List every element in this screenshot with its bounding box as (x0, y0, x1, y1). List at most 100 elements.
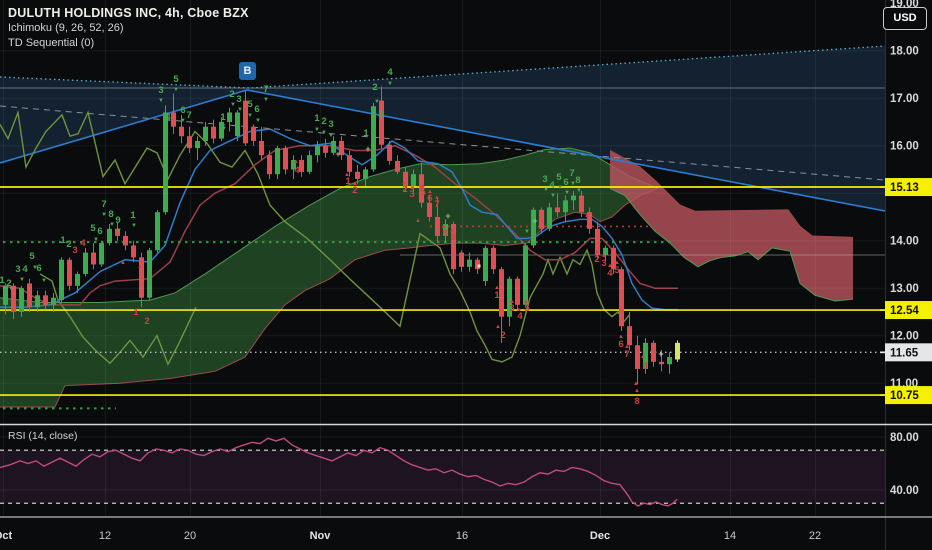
svg-text:▲: ▲ (607, 263, 613, 269)
svg-text:2: 2 (144, 316, 149, 327)
svg-text:▼: ▼ (93, 237, 99, 243)
chart-canvas[interactable]: 1234561256789134567123567123123434567834… (0, 0, 932, 550)
svg-text:4: 4 (549, 180, 555, 191)
svg-text:4: 4 (80, 238, 86, 249)
svg-text:5: 5 (29, 251, 35, 262)
svg-text:▼: ▼ (237, 107, 243, 113)
svg-text:▼: ▼ (221, 126, 227, 132)
svg-text:2: 2 (372, 82, 377, 93)
svg-text:2: 2 (594, 254, 599, 265)
svg-text:▲: ▲ (415, 218, 421, 224)
svg-text:▼: ▼ (314, 127, 320, 133)
svg-text:1: 1 (363, 128, 369, 139)
svg-text:+: + (532, 216, 537, 226)
svg-text:5: 5 (90, 223, 96, 234)
svg-text:▲: ▲ (352, 181, 358, 187)
svg-text:+: + (335, 149, 340, 159)
svg-text:8: 8 (108, 209, 113, 220)
svg-text:▼: ▼ (550, 193, 556, 199)
svg-text:8: 8 (575, 175, 580, 186)
svg-text:▼: ▼ (255, 118, 261, 124)
svg-text:1: 1 (0, 275, 5, 286)
svg-text:7: 7 (263, 84, 268, 95)
svg-text:▼: ▼ (8, 286, 14, 292)
svg-text:8: 8 (634, 396, 639, 407)
svg-text:▲: ▲ (401, 180, 407, 186)
svg-text:3: 3 (72, 245, 77, 256)
svg-text:6: 6 (180, 105, 185, 116)
svg-text:▲: ▲ (495, 324, 501, 330)
svg-text:4: 4 (607, 268, 613, 279)
svg-text:9: 9 (642, 361, 647, 372)
svg-text:▼: ▼ (570, 181, 576, 187)
svg-text:7: 7 (624, 349, 629, 360)
svg-text:▲: ▲ (137, 264, 143, 270)
svg-text:▼: ▼ (374, 99, 380, 105)
svg-text:▼: ▼ (247, 113, 253, 119)
svg-text:7: 7 (569, 168, 574, 179)
svg-text:▲: ▲ (344, 172, 350, 178)
svg-text:6: 6 (254, 104, 259, 115)
svg-text:▲: ▲ (523, 299, 529, 305)
svg-text:5: 5 (173, 74, 179, 85)
svg-text:4: 4 (22, 264, 28, 275)
svg-text:6: 6 (563, 177, 568, 188)
svg-text:▲: ▲ (427, 189, 433, 195)
svg-text:▲: ▲ (441, 224, 447, 230)
svg-text:3: 3 (542, 174, 547, 185)
svg-text:1: 1 (494, 290, 500, 301)
svg-text:1: 1 (220, 112, 226, 123)
price-axis[interactable] (885, 0, 932, 518)
svg-text:▲: ▲ (614, 260, 620, 266)
svg-text:▼: ▼ (557, 185, 563, 191)
svg-text:▼: ▼ (41, 278, 47, 284)
svg-text:▲: ▲ (594, 249, 600, 255)
svg-text:▲: ▲ (634, 388, 640, 394)
svg-text:2: 2 (321, 116, 326, 127)
svg-text:▲: ▲ (516, 307, 522, 313)
svg-text:3: 3 (236, 94, 241, 105)
svg-text:9: 9 (115, 215, 120, 226)
svg-text:3: 3 (15, 264, 20, 275)
svg-text:▲: ▲ (434, 195, 440, 201)
svg-text:5: 5 (247, 99, 253, 110)
tradingview-chart-window: 1234561256789134567123567123123434567834… (0, 0, 932, 550)
svg-text:▼: ▼ (32, 265, 38, 271)
svg-text:5: 5 (556, 172, 562, 183)
rsi-indicator-label[interactable]: RSI (14, close) (8, 430, 77, 442)
svg-text:▼: ▼ (116, 228, 122, 234)
svg-text:▲: ▲ (584, 213, 590, 219)
svg-text:6: 6 (618, 339, 623, 350)
svg-text:4: 4 (165, 112, 171, 123)
svg-text:▼: ▼ (173, 87, 179, 93)
svg-text:▼: ▼ (387, 81, 393, 87)
pattern-b-badge[interactable]: B (239, 62, 256, 80)
svg-text:▲: ▲ (618, 334, 624, 340)
svg-text:▼: ▼ (158, 98, 164, 104)
svg-text:▲: ▲ (420, 183, 426, 189)
svg-text:+: + (445, 211, 450, 221)
svg-text:3: 3 (328, 119, 333, 130)
svg-text:▲: ▲ (624, 344, 630, 350)
svg-text:▲: ▲ (120, 260, 126, 266)
svg-text:3: 3 (601, 258, 606, 269)
svg-text:▼: ▼ (543, 187, 549, 193)
svg-text:4: 4 (387, 67, 393, 78)
svg-text:▲: ▲ (640, 354, 646, 360)
svg-text:5: 5 (614, 265, 620, 276)
svg-text:▲: ▲ (601, 253, 607, 259)
time-axis[interactable] (0, 518, 932, 550)
svg-text:▼: ▼ (101, 212, 107, 218)
svg-text:▲: ▲ (509, 299, 515, 305)
svg-text:3: 3 (378, 109, 383, 120)
svg-text:1: 1 (314, 113, 320, 124)
svg-text:▼: ▼ (109, 222, 115, 228)
svg-text:▼: ▼ (328, 133, 334, 139)
svg-text:▼: ▼ (230, 102, 236, 108)
svg-text:▼: ▼ (131, 223, 137, 229)
svg-text:1: 1 (133, 307, 139, 318)
svg-text:4: 4 (294, 165, 300, 176)
svg-text:▲: ▲ (633, 381, 639, 387)
svg-text:▼: ▼ (180, 118, 186, 124)
svg-text:▲: ▲ (293, 159, 299, 165)
